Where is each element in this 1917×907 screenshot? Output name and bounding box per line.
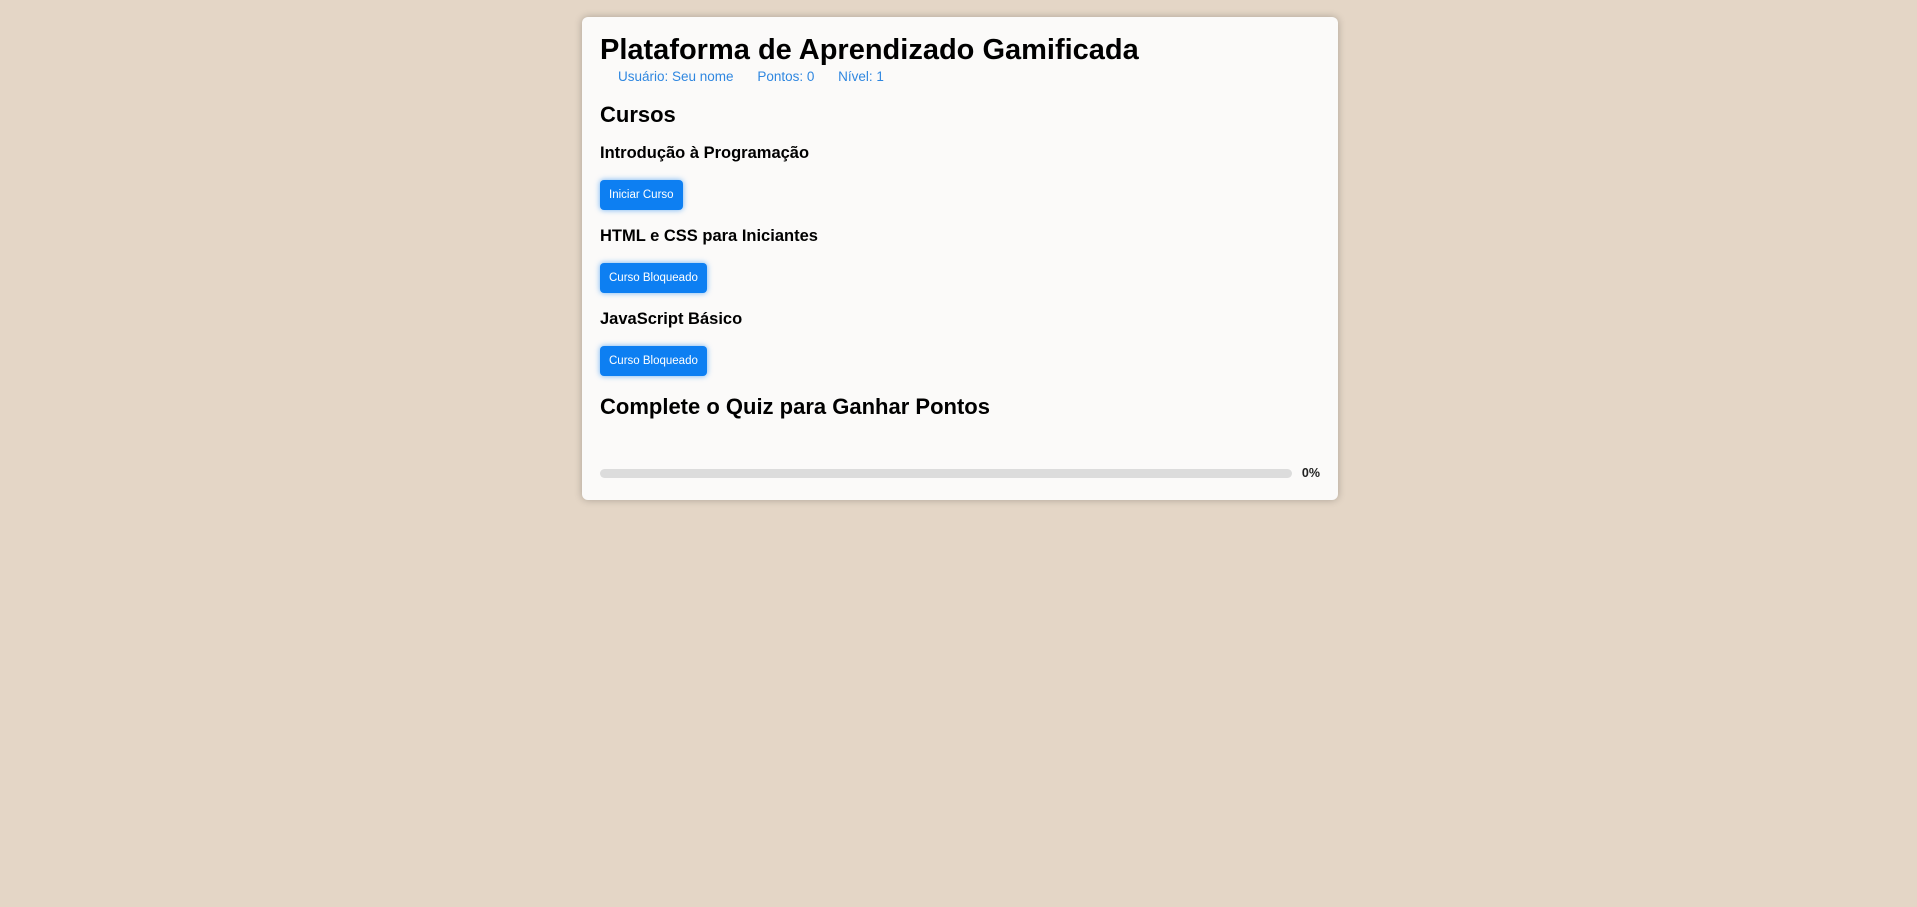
progress-bar [600, 468, 1292, 478]
progress-label: 0% [1301, 466, 1320, 480]
course-item: Introdução à Programação Iniciar Curso [600, 143, 1320, 210]
quiz-progress: 0% [600, 465, 1320, 481]
course-title: Introdução à Programação [600, 144, 810, 162]
user-name: Usuário: Seu nome [618, 69, 734, 84]
start-course-button[interactable]: Iniciar Curso [600, 180, 683, 210]
user-level: Nível: 1 [838, 69, 884, 84]
locked-course-button[interactable]: Curso Bloqueado [600, 346, 707, 376]
user-points: Pontos: 0 [757, 69, 815, 84]
page-title: Plataforma de Aprendizado Gamificada [600, 34, 1139, 66]
user-info-bar: Usuário: Seu nome Pontos: 0 Nível: 1 [618, 68, 1320, 86]
course-title: JavaScript Básico [600, 310, 743, 328]
course-title: HTML e CSS para Iniciantes [600, 227, 818, 245]
main-card: Plataforma de Aprendizado Gamificada Usu… [582, 17, 1338, 500]
course-item: HTML e CSS para Iniciantes Curso Bloquea… [600, 226, 1320, 293]
course-item: JavaScript Básico Curso Bloqueado [600, 309, 1320, 376]
quiz-heading: Complete o Quiz para Ganhar Pontos [600, 394, 990, 419]
locked-course-button[interactable]: Curso Bloqueado [600, 263, 707, 293]
courses-heading: Cursos [600, 102, 676, 127]
